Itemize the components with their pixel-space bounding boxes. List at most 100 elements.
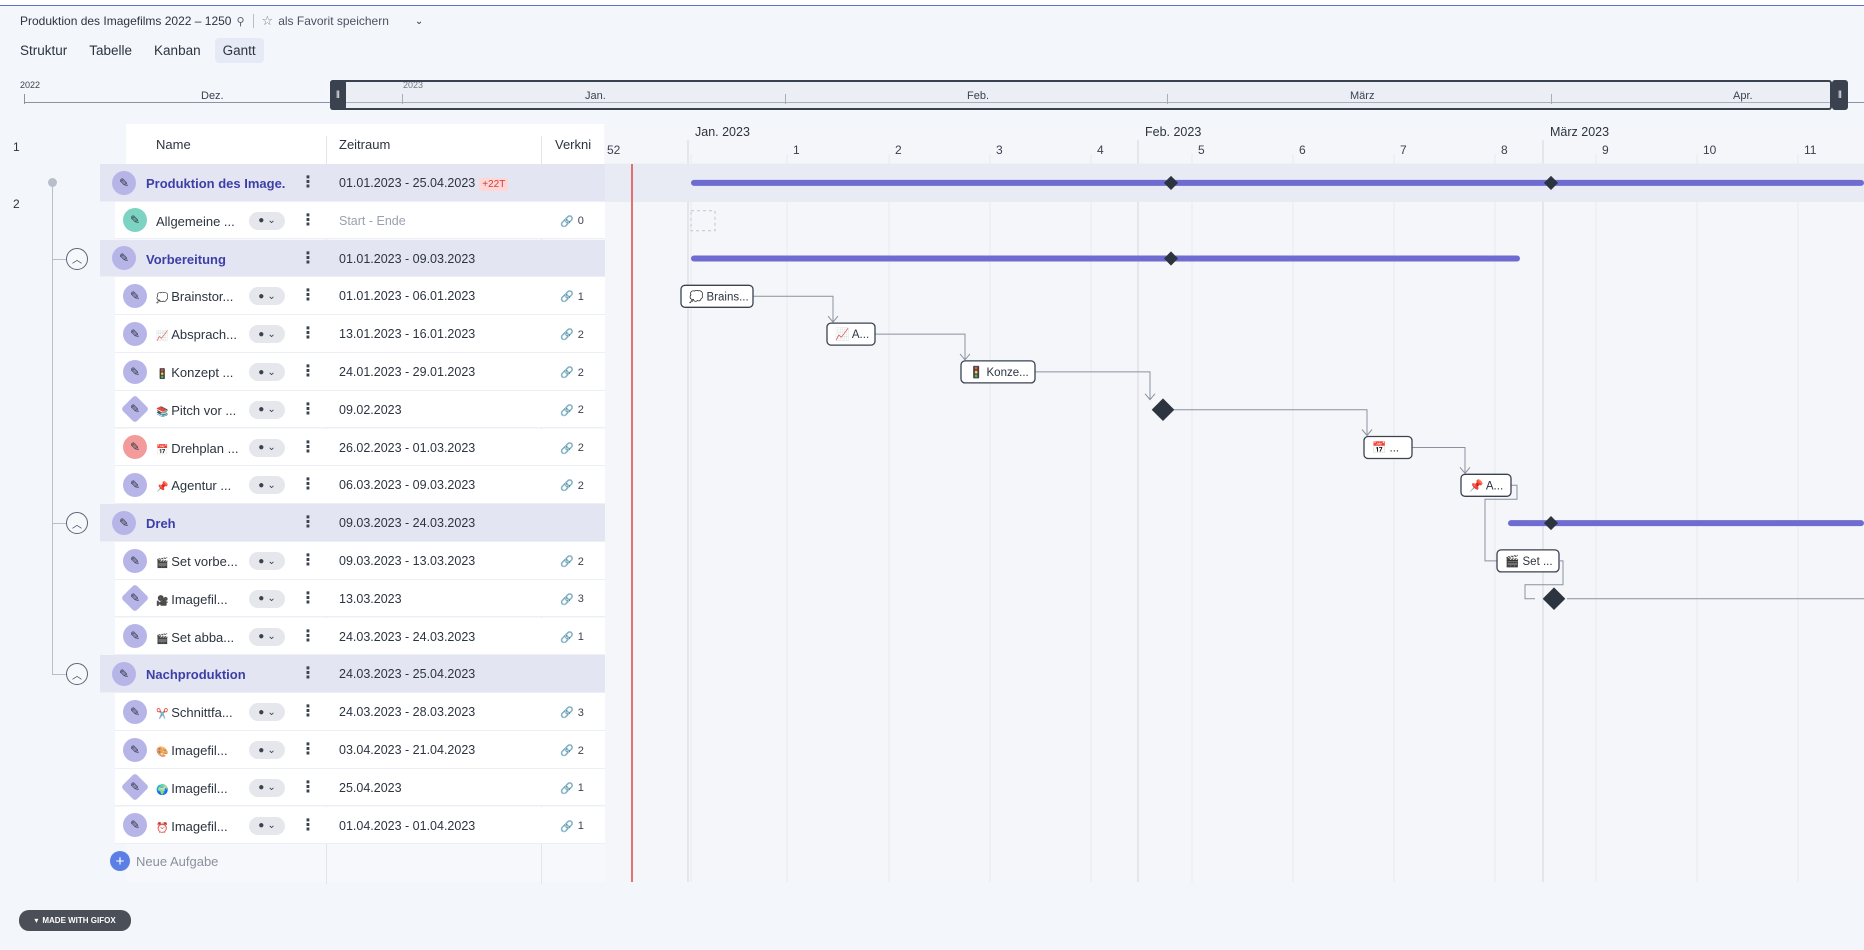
links-cell[interactable]: 🔗 3: [560, 706, 584, 720]
more-options-icon[interactable]: ⋮: [300, 628, 316, 644]
more-options-icon[interactable]: ⋮: [300, 250, 316, 266]
status-dropdown[interactable]: ● ⌄: [249, 741, 285, 759]
placeholder-task[interactable]: [690, 210, 716, 232]
task-name-cell[interactable]: 📈 Absprach...: [156, 327, 237, 342]
task-name-cell[interactable]: 🎥 Imagefil...: [156, 592, 228, 607]
task-name-cell[interactable]: ✂️ Schnittfa...: [156, 705, 233, 720]
task-bar-konzept[interactable]: 🚦 Konze...: [960, 360, 1036, 384]
more-options-icon[interactable]: ⋮: [300, 288, 316, 304]
period-cell[interactable]: Start - Ende: [339, 214, 406, 228]
edit-icon[interactable]: ✎: [123, 624, 147, 649]
edit-icon[interactable]: ✎: [123, 813, 147, 838]
links-cell[interactable]: 🔗 1: [560, 782, 584, 795]
group-name[interactable]: Nachproduktion: [146, 667, 246, 682]
more-options-icon[interactable]: ⋮: [300, 364, 316, 380]
period-cell[interactable]: 01.01.2023 - 25.04.2023 +22T: [339, 176, 509, 191]
links-cell[interactable]: 🔗 2: [560, 479, 584, 493]
more-options-icon[interactable]: ⋮: [300, 704, 316, 720]
period-cell[interactable]: 09.02.2023: [339, 403, 402, 417]
edit-icon[interactable]: ✎: [112, 510, 136, 535]
overview-handle-left[interactable]: ‖: [330, 80, 346, 110]
more-options-icon[interactable]: ⋮: [300, 817, 316, 833]
collapse-toggle-icon[interactable]: ︿: [66, 663, 88, 686]
more-options-icon[interactable]: ⋮: [300, 326, 316, 342]
status-dropdown[interactable]: ● ⌄: [249, 476, 285, 495]
more-options-icon[interactable]: ⋮: [300, 477, 316, 493]
pin-icon[interactable]: ⚲: [236, 15, 244, 28]
period-cell[interactable]: 01.01.2023 - 06.01.2023: [339, 289, 475, 303]
task-bar-drehplan[interactable]: 📅 ...: [1363, 435, 1413, 460]
more-options-icon[interactable]: ⋮: [300, 212, 316, 228]
status-dropdown[interactable]: ● ⌄: [249, 211, 285, 230]
task-bar-agentur[interactable]: 📌 A...: [1460, 473, 1512, 497]
group-bar-dreh[interactable]: [1508, 520, 1864, 527]
task-name-cell[interactable]: 🎬 Set abba...: [156, 630, 234, 645]
milestone-diamond[interactable]: [1542, 587, 1566, 611]
task-name-cell[interactable]: 📚 Pitch vor ...: [156, 403, 236, 418]
edit-icon[interactable]: ✎: [123, 359, 147, 384]
task-name-cell[interactable]: 📅 Drehplan ...: [156, 441, 238, 456]
period-cell[interactable]: 26.02.2023 - 01.03.2023: [339, 441, 475, 455]
links-cell[interactable]: 🔗 2: [560, 442, 584, 455]
links-cell[interactable]: 🔗 2: [560, 744, 584, 758]
milestone-diamond[interactable]: [1151, 398, 1175, 422]
more-options-icon[interactable]: ⋮: [300, 779, 316, 795]
edit-icon[interactable]: ✎: [112, 170, 136, 195]
tab-kanban[interactable]: Kanban: [146, 38, 209, 63]
more-options-icon[interactable]: ⋮: [300, 742, 316, 758]
status-dropdown[interactable]: ● ⌄: [249, 816, 285, 835]
task-name-cell[interactable]: 🚦 Konzept ...: [156, 365, 233, 380]
edit-icon[interactable]: ✎: [123, 472, 147, 497]
collapse-toggle-icon[interactable]: ︿: [66, 247, 88, 270]
column-header-links[interactable]: Verkni: [555, 124, 591, 164]
edit-icon[interactable]: ✎: [112, 246, 136, 271]
status-dropdown[interactable]: ● ⌄: [249, 325, 285, 344]
links-cell[interactable]: 🔗 2: [560, 404, 584, 417]
status-dropdown[interactable]: ● ⌄: [249, 363, 285, 381]
tab-tabelle[interactable]: Tabelle: [81, 38, 140, 63]
period-cell[interactable]: 09.03.2023 - 13.03.2023: [339, 554, 475, 568]
edit-icon[interactable]: ✎: [123, 283, 147, 308]
period-cell[interactable]: 13.01.2023 - 16.01.2023: [339, 327, 475, 341]
new-task-button[interactable]: + Neue Aufgabe: [110, 851, 218, 871]
more-options-icon[interactable]: ⋮: [300, 175, 316, 191]
group-name[interactable]: Produktion des Image...: [146, 176, 286, 191]
status-dropdown[interactable]: ● ⌄: [249, 552, 285, 570]
status-dropdown[interactable]: ● ⌄: [249, 287, 285, 306]
more-options-icon[interactable]: ⋮: [300, 553, 316, 569]
collapse-toggle-icon[interactable]: ︿: [66, 512, 88, 535]
task-name-cell[interactable]: 🎬 Set vorbe...: [156, 554, 238, 569]
period-cell[interactable]: 06.03.2023 - 09.03.2023: [339, 478, 475, 492]
links-cell[interactable]: 🔗 1: [560, 820, 584, 833]
edit-icon[interactable]: ✎: [123, 699, 147, 724]
task-name-cell[interactable]: 🌍 Imagefil...: [156, 781, 228, 796]
group-name[interactable]: Vorbereitung: [146, 252, 226, 267]
overview-handle-right[interactable]: ‖: [1832, 80, 1848, 110]
links-cell[interactable]: 🔗 1: [560, 290, 584, 304]
group-bar-vorbereitung[interactable]: [691, 255, 1520, 262]
more-options-icon[interactable]: ⋮: [300, 439, 316, 455]
links-cell[interactable]: 🔗 0: [560, 215, 584, 228]
task-name-cell[interactable]: 🎨 Imagefil...: [156, 743, 228, 758]
edit-icon[interactable]: ✎: [112, 661, 136, 686]
links-cell[interactable]: 🔗 1: [560, 631, 584, 644]
task-bar-absprache[interactable]: 📈 A...: [826, 322, 876, 346]
edit-icon[interactable]: ✎: [123, 737, 147, 762]
column-header-period[interactable]: Zeitraum: [339, 124, 390, 164]
period-cell[interactable]: 09.03.2023 - 24.03.2023: [339, 516, 475, 530]
task-name-cell[interactable]: Allgemeine ...: [156, 214, 235, 229]
more-options-icon[interactable]: ⋮: [300, 666, 316, 682]
status-dropdown[interactable]: ● ⌄: [249, 703, 285, 722]
project-summary-bar[interactable]: [691, 179, 1864, 186]
period-cell[interactable]: 13.03.2023: [339, 592, 402, 606]
period-cell[interactable]: 24.03.2023 - 24.03.2023: [339, 630, 475, 644]
status-dropdown[interactable]: ● ⌄: [249, 400, 285, 419]
status-dropdown[interactable]: ● ⌄: [249, 627, 285, 646]
task-bar-setvorbe[interactable]: 🎬 Set ...: [1496, 549, 1560, 573]
period-cell[interactable]: 01.01.2023 - 09.03.2023: [339, 252, 475, 266]
chevron-down-icon[interactable]: ⌄: [415, 16, 423, 27]
period-cell[interactable]: 24.03.2023 - 25.04.2023: [339, 667, 475, 681]
edit-icon[interactable]: ✎: [123, 321, 147, 346]
links-cell[interactable]: 🔗 2: [560, 328, 584, 342]
more-options-icon[interactable]: ⋮: [300, 515, 316, 531]
